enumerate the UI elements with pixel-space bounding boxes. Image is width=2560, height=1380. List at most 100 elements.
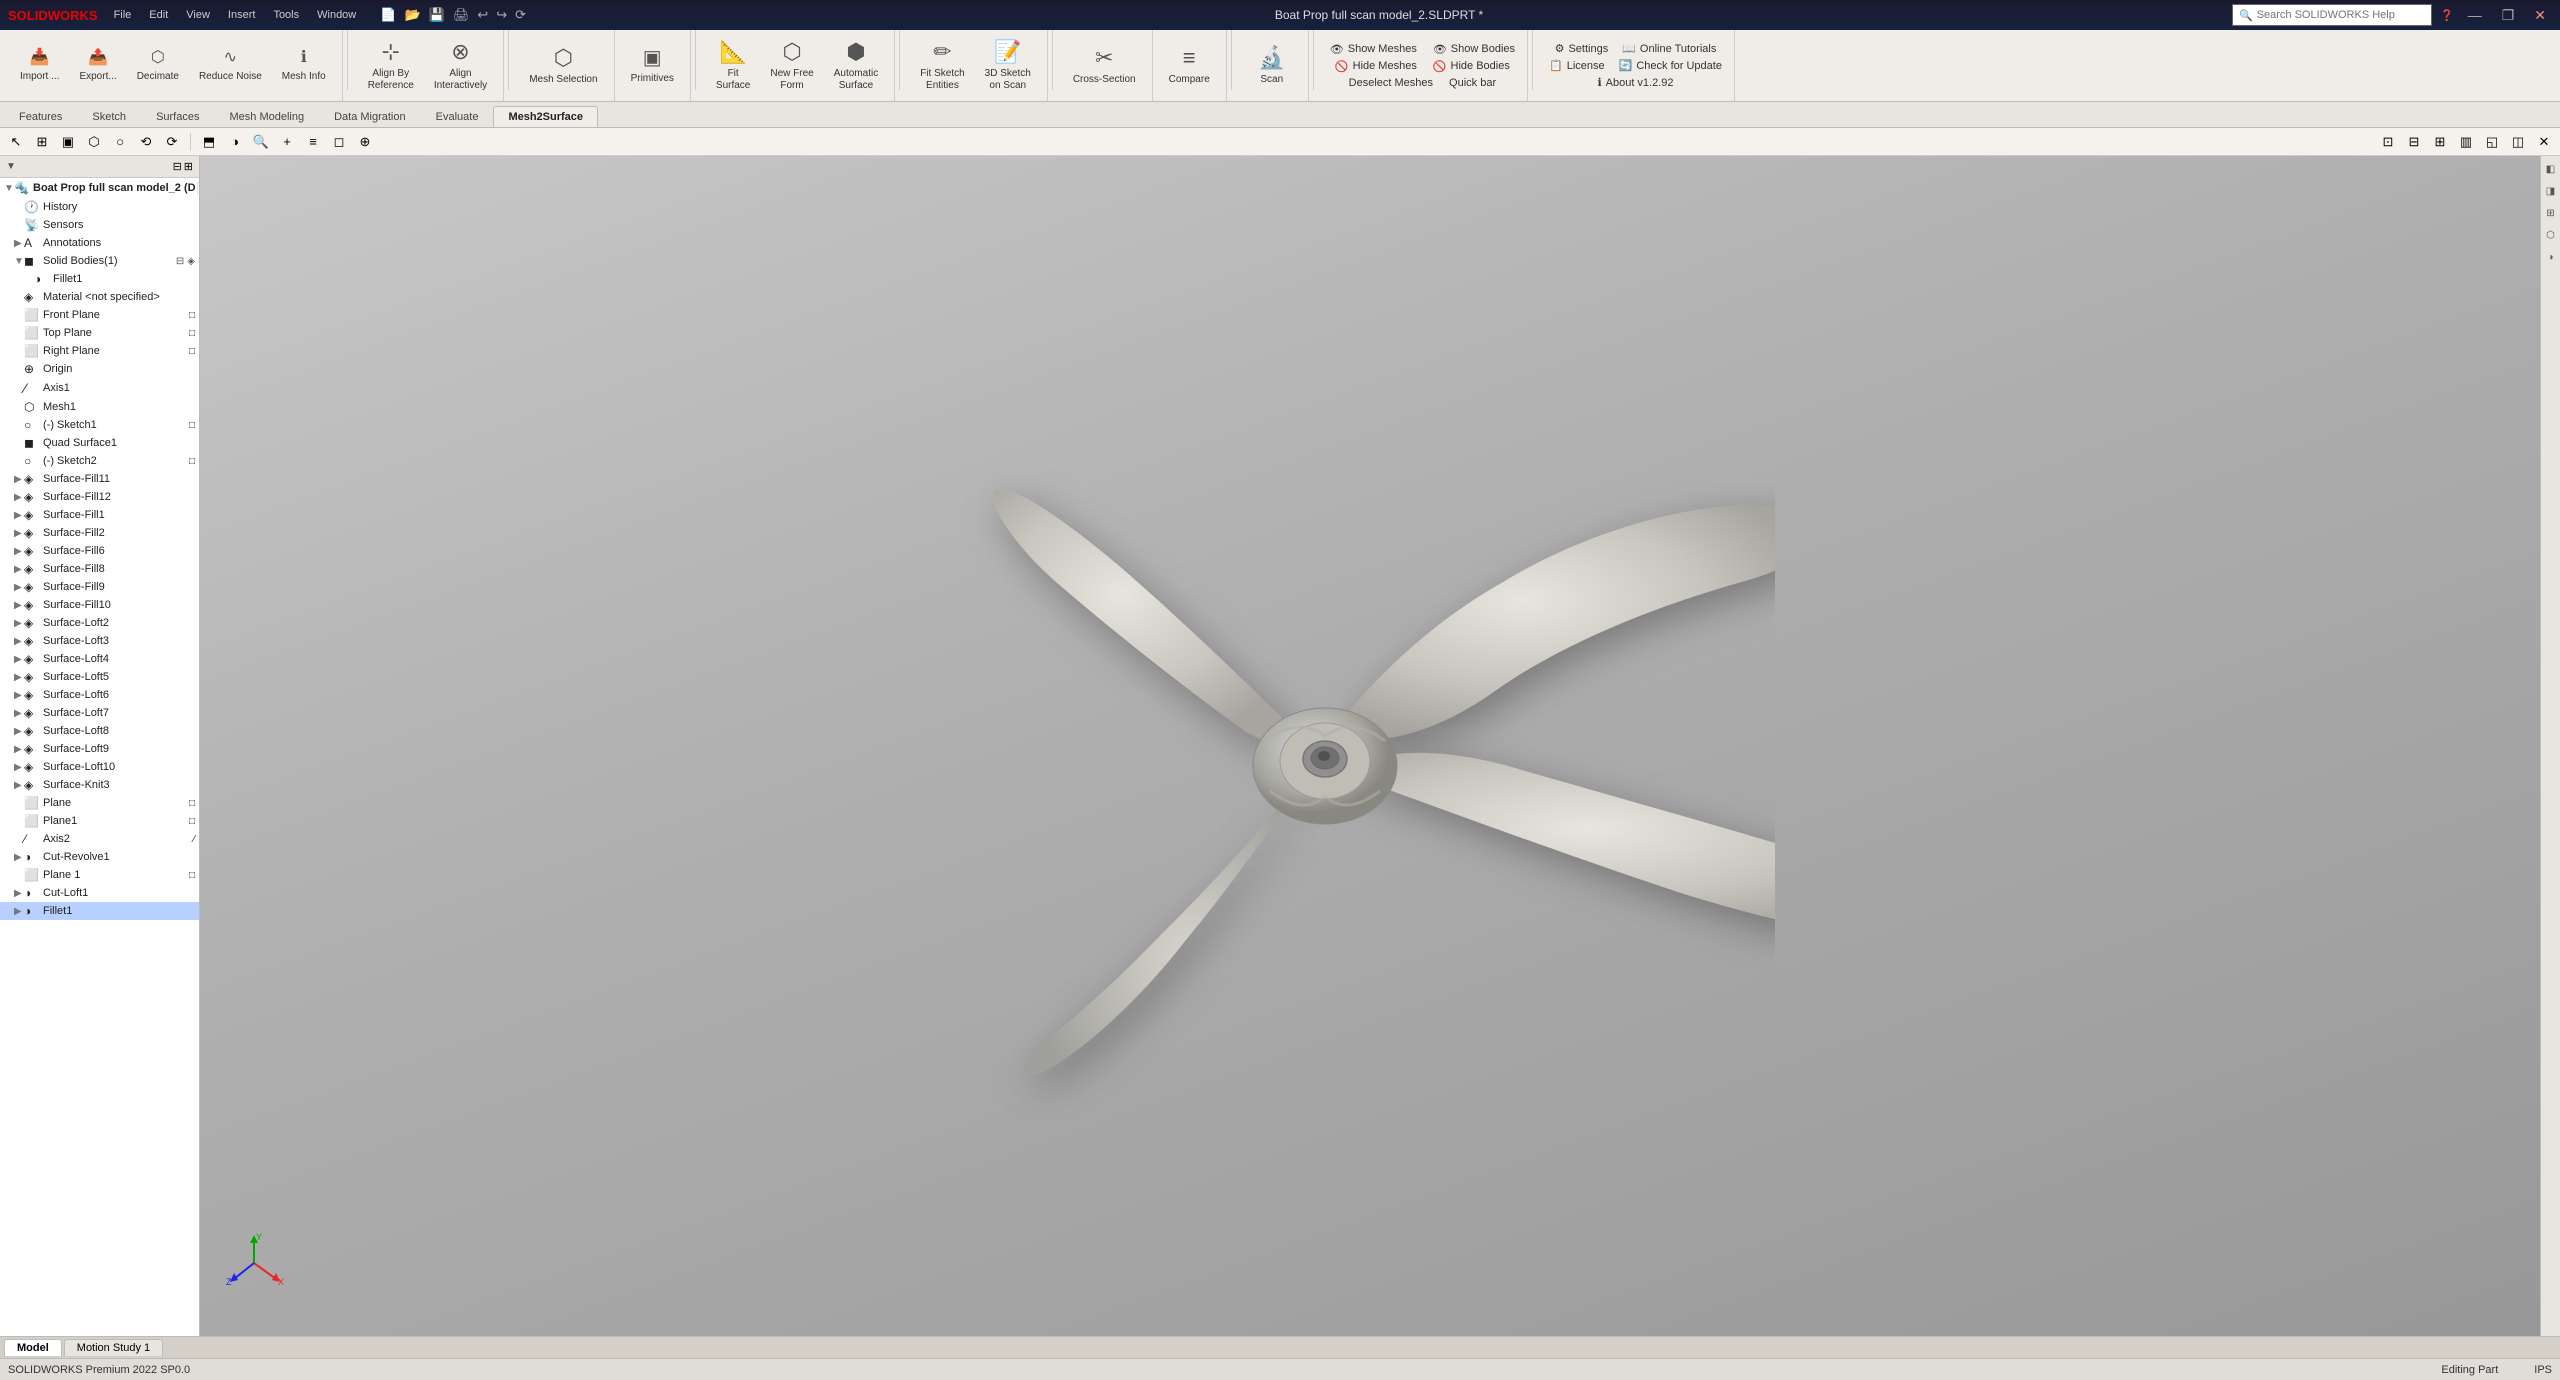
- tree-surface-loft3[interactable]: ▶ ◈ Surface-Loft3: [0, 632, 199, 650]
- tree-cut-loft1[interactable]: ▶ ◑ Cut-Loft1: [0, 884, 199, 902]
- view-option-5[interactable]: ◱: [2480, 131, 2504, 153]
- tree-surface-fill9[interactable]: ▶ ◈ Surface-Fill9: [0, 578, 199, 596]
- decimate-button[interactable]: ⬡ Decimate: [129, 44, 187, 86]
- plane-hide-btn[interactable]: □: [189, 798, 195, 809]
- fit-sketch-button[interactable]: ✏ Fit SketchEntities: [912, 35, 972, 96]
- automatic-surface-button[interactable]: ⬢ AutomaticSurface: [826, 35, 886, 96]
- rotate-btn[interactable]: ⬒: [197, 131, 221, 153]
- tree-surface-loft5[interactable]: ▶ ◈ Surface-Loft5: [0, 668, 199, 686]
- hide-bodies-button[interactable]: 🚫 Hide Bodies: [1429, 59, 1514, 74]
- license-button[interactable]: 📋 License: [1545, 58, 1609, 73]
- tree-filter-icon[interactable]: ▼: [6, 161, 16, 172]
- tree-plane1[interactable]: ⬜ Plane1 □: [0, 812, 199, 830]
- tab-data-migration[interactable]: Data Migration: [319, 106, 421, 127]
- tree-surface-fill12[interactable]: ▶ ◈ Surface-Fill12: [0, 488, 199, 506]
- rebuild-icon[interactable]: ⟳: [515, 7, 526, 23]
- zoom-btn[interactable]: 🔍: [249, 131, 273, 153]
- right-btn-2[interactable]: ◨: [2542, 182, 2560, 200]
- tree-origin[interactable]: ⊕ Origin: [0, 360, 199, 378]
- plane1-hide-btn[interactable]: □: [189, 816, 195, 827]
- list-btn[interactable]: ≡: [301, 131, 325, 153]
- tree-surface-loft10[interactable]: ▶ ◈ Surface-Loft10: [0, 758, 199, 776]
- maximize-button[interactable]: ❐: [2496, 5, 2521, 26]
- align-by-reference-button[interactable]: ⊹ Align ByReference: [360, 35, 422, 96]
- menu-file[interactable]: File: [106, 7, 140, 23]
- online-tutorials-button[interactable]: 📖 Online Tutorials: [1618, 41, 1720, 56]
- tree-axis1[interactable]: ⁄ Axis1: [0, 378, 199, 398]
- tree-front-plane[interactable]: ⬜ Front Plane □: [0, 306, 199, 324]
- undo-icon[interactable]: ↩: [477, 7, 488, 23]
- view-option-2[interactable]: ⊟: [2402, 131, 2426, 153]
- sketch1-hide-btn[interactable]: □: [189, 420, 195, 431]
- compare-button[interactable]: ≡ Compare: [1161, 41, 1218, 90]
- view-option-6[interactable]: ◫: [2506, 131, 2530, 153]
- scan-button[interactable]: 🔬 Scan: [1244, 41, 1300, 90]
- tree-surface-fill8[interactable]: ▶ ◈ Surface-Fill8: [0, 560, 199, 578]
- tree-surface-fill10[interactable]: ▶ ◈ Surface-Fill10: [0, 596, 199, 614]
- fit-surface-button[interactable]: 📐 FitSurface: [708, 35, 758, 96]
- tree-sketch1[interactable]: ○ (-) Sketch1 □: [0, 416, 199, 434]
- view-option-1[interactable]: ⊡: [2376, 131, 2400, 153]
- right-plane-btn[interactable]: □: [189, 346, 195, 357]
- tab-mesh-modeling[interactable]: Mesh Modeling: [214, 106, 319, 127]
- menu-view[interactable]: View: [178, 7, 218, 23]
- tree-surface-loft9[interactable]: ▶ ◈ Surface-Loft9: [0, 740, 199, 758]
- primitives-button[interactable]: ▣ Primitives: [623, 42, 682, 89]
- tree-axis2[interactable]: ⁄ Axis2 ⁄: [0, 830, 199, 848]
- right-btn-5[interactable]: ◑: [2542, 248, 2560, 266]
- hide-meshes-button[interactable]: 🚫 Hide Meshes: [1331, 59, 1421, 74]
- undo-btn2[interactable]: ⟲: [134, 131, 158, 153]
- tab-evaluate[interactable]: Evaluate: [421, 106, 494, 127]
- deselect-meshes-button[interactable]: Deselect Meshes: [1345, 76, 1437, 90]
- align-interactively-button[interactable]: ⊗ AlignInteractively: [426, 35, 495, 96]
- search-input[interactable]: [2257, 9, 2425, 21]
- tree-annotations[interactable]: ▶ A Annotations: [0, 234, 199, 252]
- tree-expand-icon[interactable]: ⊞: [184, 160, 193, 173]
- tab-surfaces[interactable]: Surfaces: [141, 106, 214, 127]
- tree-mesh1[interactable]: ⬡ Mesh1: [0, 398, 199, 416]
- menu-insert[interactable]: Insert: [220, 7, 264, 23]
- mesh-btn[interactable]: ⬡: [82, 131, 106, 153]
- front-plane-btn[interactable]: □: [189, 310, 195, 321]
- tree-surface-loft4[interactable]: ▶ ◈ Surface-Loft4: [0, 650, 199, 668]
- mesh-info-button[interactable]: ℹ Mesh Info: [274, 44, 334, 86]
- open-file-icon[interactable]: 📂: [404, 7, 420, 23]
- tree-fillet1-top[interactable]: ◑ Fillet1: [0, 270, 199, 288]
- box-btn[interactable]: ▣: [56, 131, 80, 153]
- tree-cut-revolve1[interactable]: ▶ ◑ Cut-Revolve1: [0, 848, 199, 866]
- tree-surface-fill1[interactable]: ▶ ◈ Surface-Fill1: [0, 506, 199, 524]
- 3d-sketch-on-scan-button[interactable]: 📝 3D Sketchon Scan: [977, 35, 1039, 96]
- menu-edit[interactable]: Edit: [141, 7, 176, 23]
- export-button[interactable]: 📤 Export...: [71, 44, 124, 86]
- right-btn-1[interactable]: ◧: [2542, 160, 2560, 178]
- grid-btn[interactable]: ⊞: [30, 131, 54, 153]
- tree-collapse-icon[interactable]: ⊟: [173, 160, 182, 173]
- tree-surface-fill6[interactable]: ▶ ◈ Surface-Fill6: [0, 542, 199, 560]
- square-btn[interactable]: ◻: [327, 131, 351, 153]
- save-icon[interactable]: 💾: [429, 7, 445, 23]
- close-button[interactable]: ✕: [2528, 5, 2552, 26]
- sketch2-hide-btn[interactable]: □: [189, 456, 195, 467]
- tree-surface-loft2[interactable]: ▶ ◈ Surface-Loft2: [0, 614, 199, 632]
- tree-history[interactable]: 🕐 History: [0, 198, 199, 216]
- about-button[interactable]: ℹ About v1.2.92: [1593, 75, 1677, 90]
- mesh-selection-button[interactable]: ⬡ Mesh Selection: [521, 41, 605, 90]
- solid-bodies-icon2[interactable]: ◈: [187, 256, 195, 267]
- view-option-4[interactable]: ▥: [2454, 131, 2478, 153]
- tree-surface-fill11[interactable]: ▶ ◈ Surface-Fill11: [0, 470, 199, 488]
- tree-quad-surface1[interactable]: ◼ Quad Surface1: [0, 434, 199, 452]
- redo-btn2[interactable]: ⟳: [160, 131, 184, 153]
- menu-window[interactable]: Window: [309, 7, 364, 23]
- tab-sketch[interactable]: Sketch: [77, 106, 141, 127]
- show-meshes-button[interactable]: 👁 Show Meshes: [1326, 42, 1421, 57]
- half-btn[interactable]: ◑: [223, 131, 247, 153]
- tree-surface-loft7[interactable]: ▶ ◈ Surface-Loft7: [0, 704, 199, 722]
- view-option-7[interactable]: ✕: [2532, 131, 2556, 153]
- tree-surface-loft6[interactable]: ▶ ◈ Surface-Loft6: [0, 686, 199, 704]
- tree-surface-loft8[interactable]: ▶ ◈ Surface-Loft8: [0, 722, 199, 740]
- tree-plane[interactable]: ⬜ Plane □: [0, 794, 199, 812]
- tab-mesh2surface[interactable]: Mesh2Surface: [493, 106, 598, 127]
- new-file-icon[interactable]: 📄: [380, 7, 396, 23]
- circle-btn[interactable]: ○: [108, 131, 132, 153]
- tree-root[interactable]: ▼ 🔩 Boat Prop full scan model_2 (D 📄: [0, 178, 199, 198]
